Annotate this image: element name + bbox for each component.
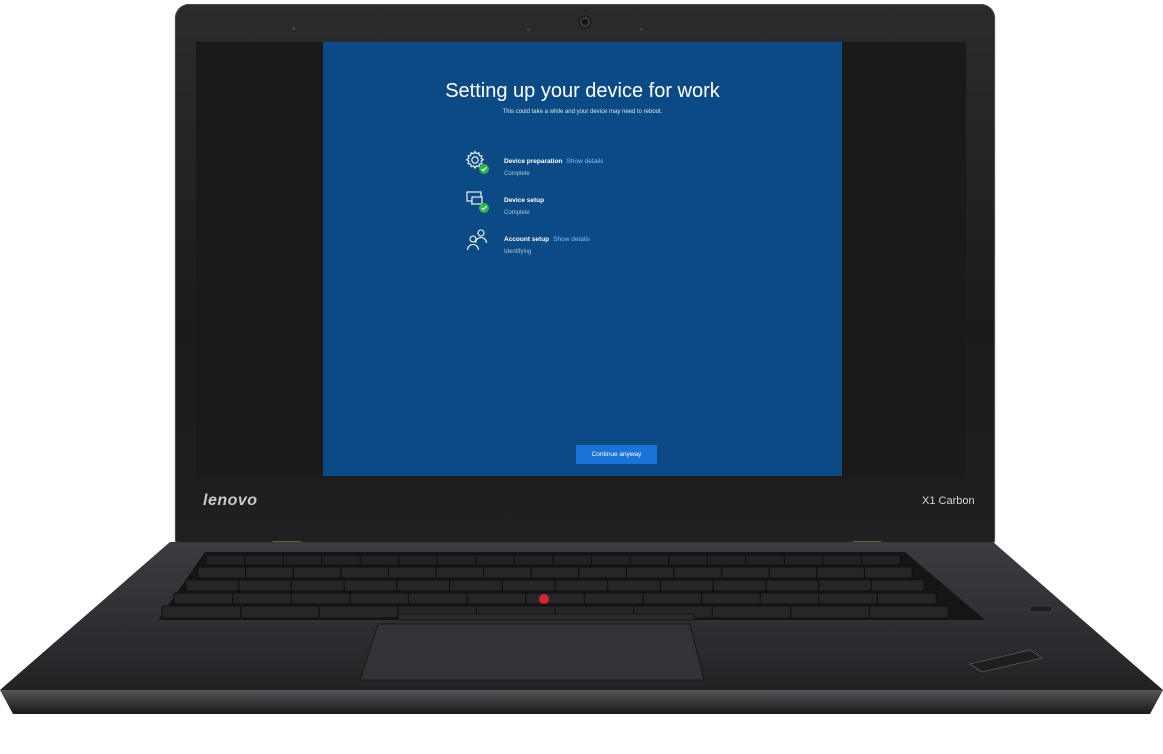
sensor-dot (292, 27, 295, 30)
brand-logo: lenovo (203, 492, 258, 509)
step-status: Complete (504, 171, 530, 177)
step-name: Device setup (504, 197, 545, 204)
devices-icon (466, 191, 489, 213)
check-icon (479, 164, 489, 174)
step-name: Account setup (504, 236, 550, 243)
page-subtitle: This could take a while and your device … (502, 109, 663, 115)
show-details-link[interactable]: Show details (567, 158, 604, 165)
continue-anyway-button[interactable]: Continue anyway (576, 445, 657, 464)
step-status: Complete (504, 210, 530, 216)
page-title: Setting up your device for work (445, 80, 720, 102)
setup-screen: Setting up your device for work This cou… (323, 42, 842, 476)
trackpoint[interactable] (539, 594, 549, 604)
model-label: X1 Carbon (922, 495, 975, 507)
step-name: Device preparation (504, 158, 563, 165)
webcam (578, 15, 592, 29)
people-icon (466, 229, 488, 251)
sensor-dot (640, 28, 643, 31)
keyboard-deck (0, 542, 1163, 714)
show-details-link[interactable]: Show details (553, 236, 590, 243)
sensor-dot (527, 28, 530, 31)
laptop-base (0, 542, 1163, 754)
step-status: Identifying (504, 249, 532, 255)
touchpad[interactable] (359, 623, 705, 681)
gear-icon (465, 150, 489, 174)
fingerprint-reader (1029, 605, 1053, 613)
check-icon (479, 203, 489, 213)
